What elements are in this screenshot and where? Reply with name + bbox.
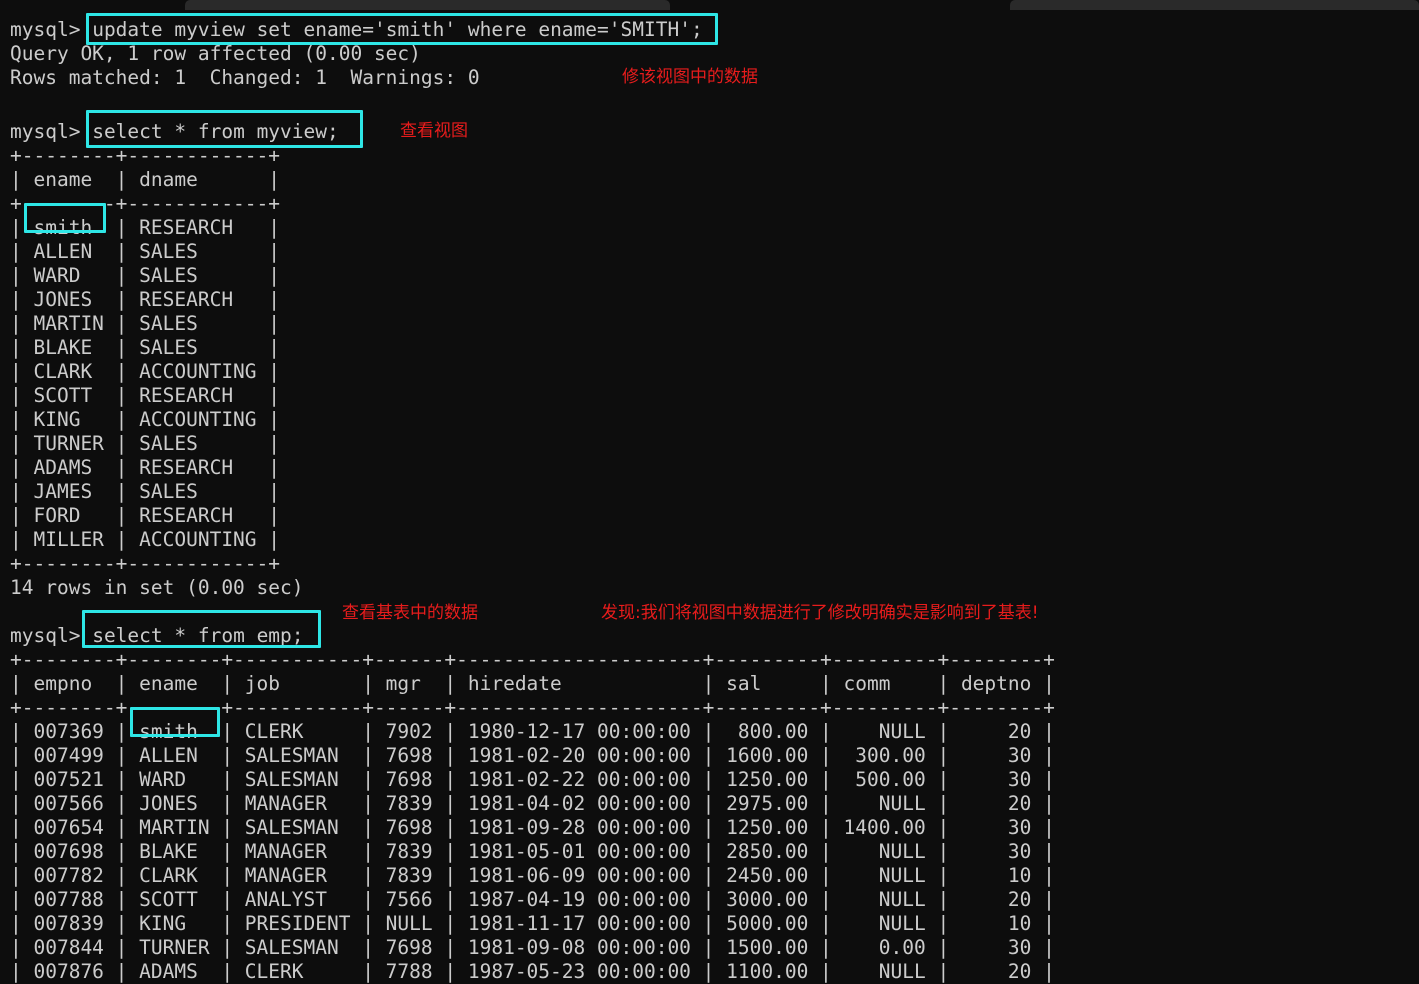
window-tab-strip	[0, 0, 1419, 10]
myview-row: | CLARK | ACCOUNTING |	[10, 360, 281, 383]
command-select-myview[interactable]: select * from myview;	[92, 120, 339, 143]
myview-border-mid: +--------+------------+	[10, 192, 281, 215]
emp-row: | 007521 | WARD | SALESMAN | 7698 | 1981…	[10, 768, 1055, 791]
emp-row: | 007788 | SCOTT | ANALYST | 7566 | 1987…	[10, 888, 1055, 911]
emp-row: | 007839 | KING | PRESIDENT | NULL | 198…	[10, 912, 1055, 935]
command-update-view[interactable]: update myview set ename='smith' where en…	[92, 18, 702, 41]
tab-chip-right[interactable]	[1010, 0, 1419, 10]
tab-chip-left[interactable]	[185, 0, 670, 10]
emp-row: | 007499 | ALLEN | SALESMAN | 7698 | 198…	[10, 744, 1055, 767]
emp-header-row: | empno | ename | job | mgr | hiredate |…	[10, 672, 1055, 695]
myview-row: | JONES | RESEARCH |	[10, 288, 281, 311]
myview-border-top: +--------+------------+	[10, 144, 281, 167]
emp-row: | 007782 | CLARK | MANAGER | 7839 | 1981…	[10, 864, 1055, 887]
myview-header-row: | ename | dname |	[10, 168, 281, 191]
myview-row: | ALLEN | SALES |	[10, 240, 281, 263]
prompt-line-3: mysql> select * from emp;	[10, 624, 304, 648]
result-query-ok: Query OK, 1 row affected (0.00 sec)	[10, 42, 421, 65]
myview-row: | SCOTT | RESEARCH |	[10, 384, 281, 407]
myview-row-count: 14 rows in set (0.00 sec)	[10, 576, 304, 599]
annotation-base-table: 查看基表中的数据	[342, 603, 478, 623]
command-select-emp[interactable]: select * from emp;	[92, 624, 303, 647]
emp-row: | 007844 | TURNER | SALESMAN | 7698 | 19…	[10, 936, 1055, 959]
myview-row: | WARD | SALES |	[10, 264, 281, 287]
annotation-view-select: 查看视图	[400, 121, 468, 141]
emp-border-mid: +--------+--------+-----------+------+--…	[10, 696, 1055, 719]
myview-row: | TURNER | SALES |	[10, 432, 281, 455]
myview-row: | FORD | RESEARCH |	[10, 504, 281, 527]
prompt-label-3: mysql>	[10, 624, 81, 647]
emp-row: | 007654 | MARTIN | SALESMAN | 7698 | 19…	[10, 816, 1055, 839]
myview-row: | MARTIN | SALES |	[10, 312, 281, 335]
myview-row: | JAMES | SALES |	[10, 480, 281, 503]
prompt-line-2: mysql> select * from myview;	[10, 120, 339, 144]
prompt-label-2: mysql>	[10, 120, 81, 143]
annotation-conclusion: 发现:我们将视图中数据进行了修改明确实是影响到了基表!	[601, 603, 1039, 623]
result-rows-matched: Rows matched: 1 Changed: 1 Warnings: 0	[10, 66, 480, 89]
myview-row: | KING | ACCOUNTING |	[10, 408, 281, 431]
emp-row: | 007698 | BLAKE | MANAGER | 7839 | 1981…	[10, 840, 1055, 863]
myview-row: | smith | RESEARCH |	[10, 216, 281, 239]
myview-row: | ADAMS | RESEARCH |	[10, 456, 281, 479]
prompt-line-1: mysql> update myview set ename='smith' w…	[10, 18, 703, 42]
emp-row: | 007876 | ADAMS | CLERK | 7788 | 1987-0…	[10, 960, 1055, 983]
emp-row: | 007566 | JONES | MANAGER | 7839 | 1981…	[10, 792, 1055, 815]
myview-row: | BLAKE | SALES |	[10, 336, 281, 359]
prompt-label-1: mysql>	[10, 18, 81, 41]
mysql-terminal[interactable]: mysql> update myview set ename='smith' w…	[0, 10, 1419, 983]
emp-row: | 007369 | smith | CLERK | 7902 | 1980-1…	[10, 720, 1055, 743]
emp-border-top: +--------+--------+-----------+------+--…	[10, 648, 1055, 671]
annotation-update-view: 修该视图中的数据	[622, 67, 758, 87]
myview-row: | MILLER | ACCOUNTING |	[10, 528, 281, 551]
myview-border-bottom: +--------+------------+	[10, 552, 281, 575]
